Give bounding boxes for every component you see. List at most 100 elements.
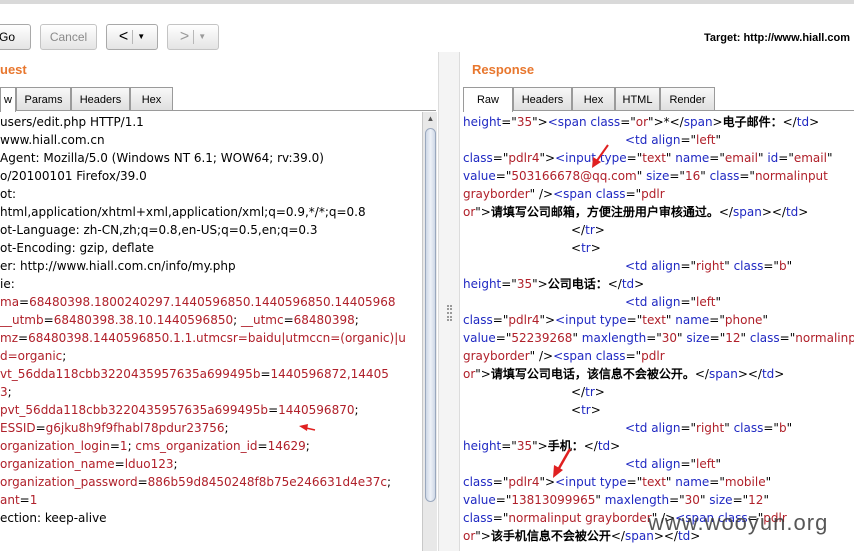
request-line: organization_name=lduo123;: [0, 455, 178, 473]
response-token: =": [709, 331, 726, 345]
response-token: =": [646, 331, 662, 345]
request-token: ie:: [0, 277, 15, 291]
forward-dropdown-icon[interactable]: ▼: [193, 30, 206, 44]
response-token: =": [626, 475, 643, 489]
request-line: mz=68480398.1440596850.1.1.utmcsr=baidu|…: [0, 329, 406, 347]
response-line: or">请填写公司电话，该信息不会被公开。</span></td>: [463, 365, 784, 383]
response-token: ">: [475, 529, 491, 543]
response-tab-hex[interactable]: Hex: [572, 87, 615, 111]
request-token: 68480398.1800240297.1440596850.144059685…: [29, 295, 396, 309]
response-token: ": [665, 313, 676, 327]
request-tab-underline: [0, 110, 436, 111]
response-token: =": [492, 151, 509, 165]
response-token: size: [686, 331, 710, 345]
response-token: >: [594, 223, 605, 237]
response-token: =": [495, 493, 512, 507]
response-token: ": [765, 475, 772, 489]
response-pane-title: Response: [472, 62, 535, 77]
request-scrollbar[interactable]: ▲: [422, 112, 437, 551]
response-token: <td: [625, 133, 652, 147]
response-token: normalinput: [754, 169, 828, 183]
cancel-button[interactable]: Cancel: [40, 24, 97, 50]
request-token: ESSID: [0, 421, 36, 435]
response-token: =": [680, 421, 697, 435]
pane-splitter[interactable]: [438, 52, 460, 551]
response-token: maxlength: [604, 493, 670, 507]
back-button[interactable]: < ▼: [106, 24, 158, 50]
response-token: text: [642, 151, 666, 165]
response-line: grayborder" /><span class="pdlr: [463, 347, 665, 365]
response-tab-render[interactable]: Render: [660, 87, 715, 111]
request-tab-headers[interactable]: Headers: [71, 87, 130, 111]
response-token: type: [599, 475, 627, 489]
response-token: =": [492, 313, 509, 327]
response-tab-html[interactable]: HTML: [615, 87, 660, 111]
response-token: class: [749, 331, 780, 345]
request-token: =: [18, 331, 29, 345]
response-tab-raw[interactable]: Raw: [463, 87, 513, 112]
response-token: </: [583, 439, 598, 453]
response-token: ": [572, 331, 582, 345]
forward-button[interactable]: > ▼: [167, 24, 219, 50]
request-editor[interactable]: users/edit.php HTTP/1.1 www.hiall.com.cn A…: [0, 112, 421, 551]
request-tab-params[interactable]: Params: [16, 87, 71, 111]
red-arrow-marker-icon: [592, 144, 609, 168]
response-tab-headers[interactable]: Headers: [513, 87, 572, 111]
response-token: =": [669, 169, 685, 183]
request-tab-w[interactable]: w: [0, 87, 16, 112]
response-token: =": [620, 115, 636, 129]
request-line: er: http://www.hiall.com.cn/info/my.php: [0, 257, 236, 275]
request-tab-hex[interactable]: Hex: [130, 87, 173, 111]
response-token: =": [709, 475, 725, 489]
response-token: =": [625, 349, 642, 363]
response-token: height: [463, 439, 502, 453]
response-token: =": [501, 277, 517, 291]
response-token: =": [680, 295, 697, 309]
response-token: span: [683, 115, 713, 129]
request-line: ESSID=g6jku8h9f9fhabl78pdur23756;: [0, 419, 229, 437]
response-token: </: [782, 115, 797, 129]
response-token: ": [665, 151, 676, 165]
back-dropdown-icon[interactable]: ▼: [132, 30, 145, 44]
request-token: ot-Language: zh-CN,zh;q=0.8,en-US;q=0.5,…: [0, 223, 318, 237]
response-token: </: [694, 367, 709, 381]
response-token: pdlr4: [508, 475, 540, 489]
response-line: </tr>: [463, 383, 605, 401]
response-token: class: [463, 313, 493, 327]
response-token: span: [708, 367, 738, 381]
request-token: Agent: Mozilla/5.0 (Windows NT 6.1; WOW6…: [0, 151, 324, 165]
response-token: =": [680, 259, 697, 273]
response-line: height="35">公司电话：</td>: [463, 275, 644, 293]
response-line: <tr>: [463, 401, 601, 419]
response-editor[interactable]: height="35"><span class="or">*</span>电子邮…: [463, 112, 854, 551]
go-button[interactable]: Go: [0, 24, 31, 50]
response-line: <tr>: [463, 239, 601, 257]
response-token: left: [696, 295, 716, 309]
response-token: tr: [581, 403, 591, 417]
response-token: >: [590, 403, 601, 417]
response-token: ": [762, 313, 768, 327]
response-token: >: [634, 277, 645, 291]
back-arrow-icon: <: [118, 28, 129, 45]
response-token: =": [495, 331, 512, 345]
response-token: value: [463, 493, 496, 507]
request-line: ie:: [0, 275, 15, 293]
response-token: >: [774, 367, 785, 381]
response-token: <: [571, 403, 582, 417]
response-token: 503166678@qq.com: [511, 169, 637, 183]
splitter-grip-icon[interactable]: [447, 305, 452, 321]
response-line: or">请填写公司邮箱，方便注册用户审核通过。</span></td>: [463, 203, 808, 221]
response-token: b: [778, 421, 787, 435]
response-line: height="35">手机：</td>: [463, 437, 620, 455]
scroll-up-icon[interactable]: ▲: [423, 112, 438, 126]
request-scroll-thumb[interactable]: [425, 128, 436, 502]
response-token: text: [642, 475, 666, 489]
response-token: value: [463, 331, 496, 345]
target-label: Target: http://www.hiall.com: [703, 32, 850, 44]
response-line: class="pdlr4"><input type="text" name="e…: [463, 149, 832, 167]
request-token: organization_name: [0, 457, 115, 471]
response-token: class: [463, 511, 493, 525]
request-token: __utmc: [240, 313, 284, 327]
request-token: mz: [0, 331, 18, 345]
response-token: >: [594, 385, 605, 399]
